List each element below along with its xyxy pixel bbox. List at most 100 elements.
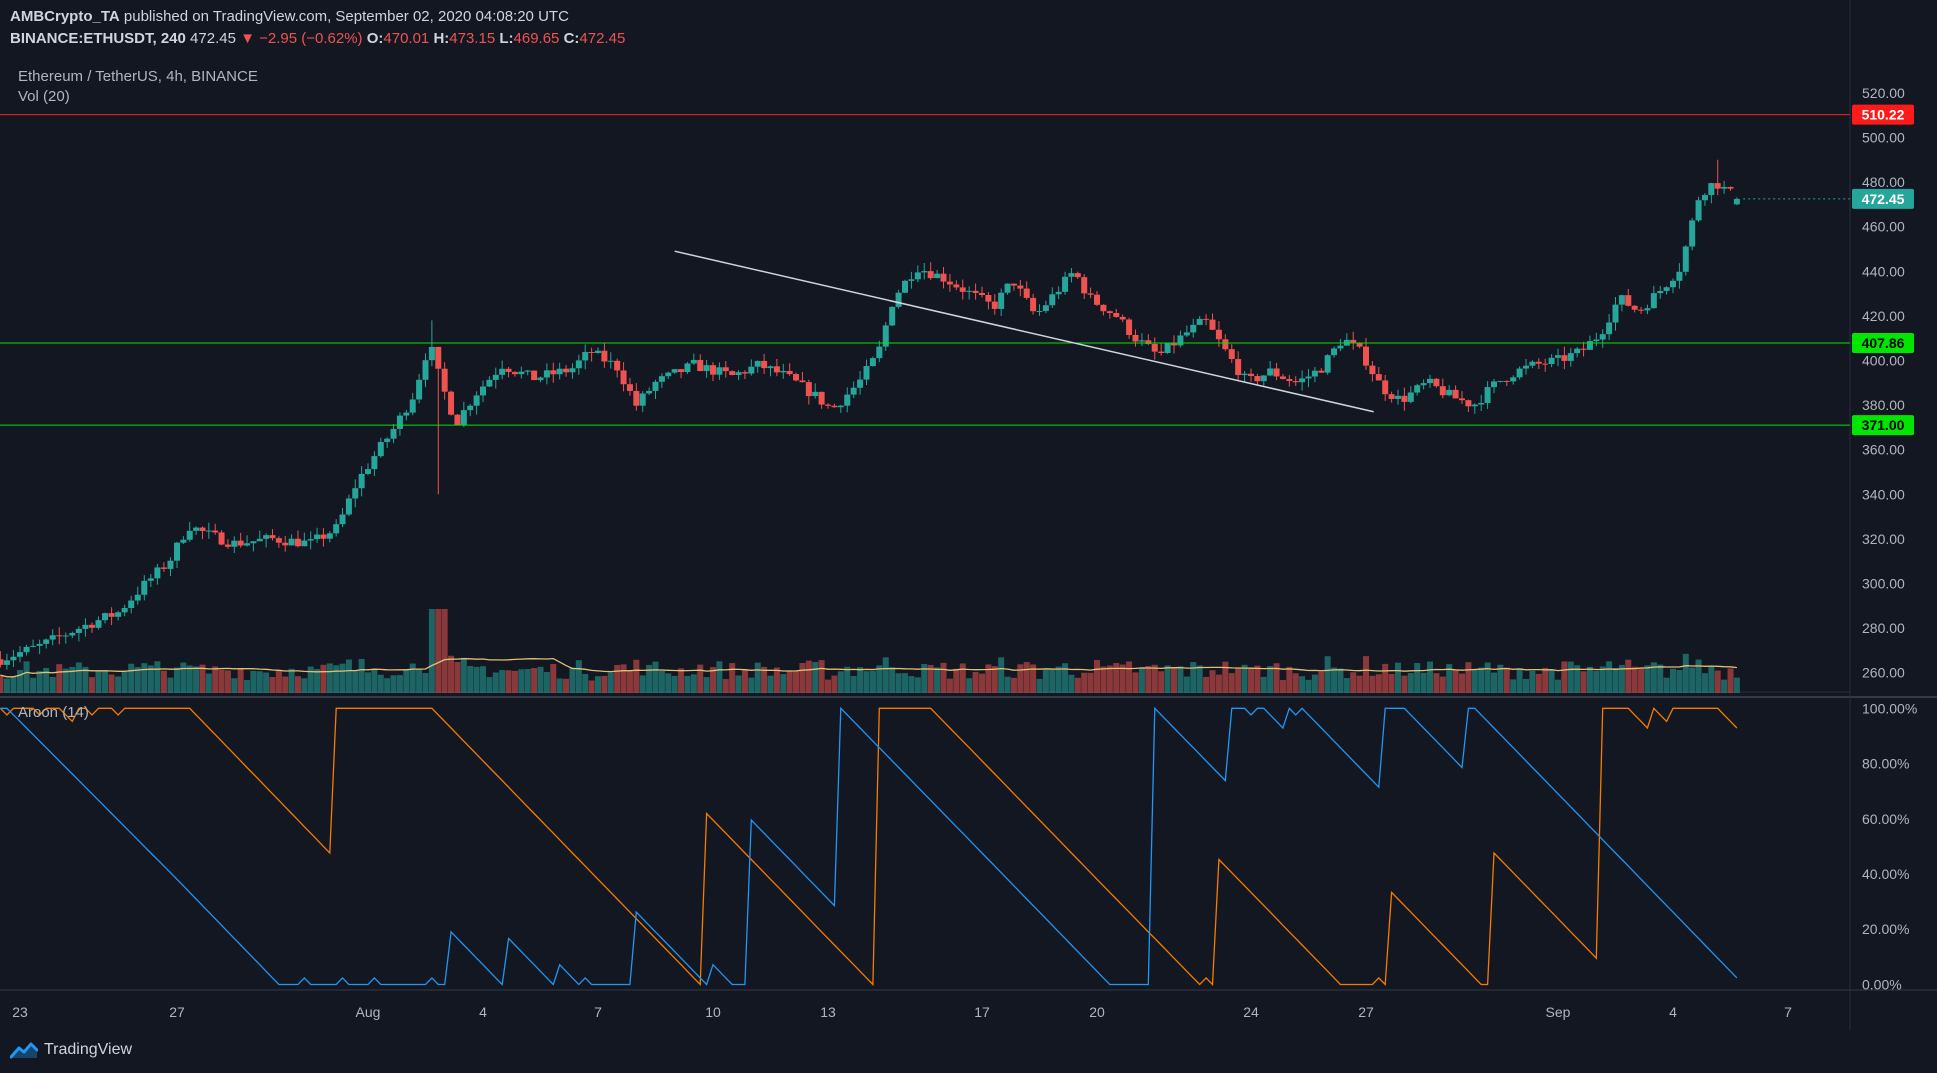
- candle-body[interactable]: [946, 281, 953, 285]
- candle-body[interactable]: [1682, 246, 1689, 272]
- candle-body[interactable]: [857, 379, 864, 388]
- candle-body[interactable]: [518, 371, 525, 375]
- candle-body[interactable]: [409, 399, 416, 413]
- candle-body[interactable]: [237, 540, 244, 546]
- candle-body[interactable]: [1126, 319, 1133, 335]
- candle-body[interactable]: [1618, 295, 1625, 305]
- candle-body[interactable]: [1228, 349, 1235, 360]
- candle-body[interactable]: [1324, 355, 1331, 373]
- candle-body[interactable]: [799, 380, 806, 383]
- candle-body[interactable]: [1248, 373, 1254, 377]
- candle-body[interactable]: [531, 370, 538, 381]
- candle-body[interactable]: [147, 578, 154, 581]
- candle-body[interactable]: [614, 360, 621, 371]
- candle-body[interactable]: [505, 368, 512, 372]
- candle-body[interactable]: [365, 469, 371, 474]
- candle-body[interactable]: [1586, 341, 1593, 350]
- candle-body[interactable]: [722, 367, 729, 372]
- candle-body[interactable]: [1644, 308, 1651, 311]
- candle-body[interactable]: [115, 612, 122, 617]
- candle-body[interactable]: [1183, 332, 1190, 336]
- candle-body[interactable]: [1555, 355, 1561, 358]
- candle-body[interactable]: [966, 290, 973, 292]
- candle-body[interactable]: [1036, 310, 1043, 312]
- candle-body[interactable]: [1420, 383, 1427, 386]
- candle-body[interactable]: [288, 538, 295, 546]
- candle-body[interactable]: [914, 272, 921, 280]
- candle-body[interactable]: [1593, 339, 1600, 342]
- candle-body[interactable]: [1042, 305, 1049, 311]
- candle-body[interactable]: [1414, 385, 1421, 393]
- candle-body[interactable]: [626, 384, 633, 391]
- candle-body[interactable]: [1375, 374, 1382, 381]
- candle-body[interactable]: [454, 414, 461, 426]
- candle-body[interactable]: [1203, 318, 1210, 320]
- candle-body[interactable]: [550, 370, 557, 375]
- candle-body[interactable]: [218, 532, 225, 545]
- candle-body[interactable]: [1465, 400, 1472, 407]
- candle-body[interactable]: [1401, 395, 1408, 402]
- candle-body[interactable]: [0, 659, 4, 665]
- candle-body[interactable]: [831, 405, 838, 408]
- candle-body[interactable]: [69, 632, 76, 636]
- candle-body[interactable]: [1337, 345, 1344, 349]
- candle-body[interactable]: [1311, 370, 1318, 377]
- candle-body[interactable]: [1062, 276, 1069, 292]
- candle-body[interactable]: [985, 295, 992, 302]
- candle-body[interactable]: [1138, 340, 1145, 342]
- candle-body[interactable]: [563, 368, 570, 373]
- candle-body[interactable]: [620, 370, 627, 385]
- candle-body[interactable]: [1215, 329, 1222, 340]
- candle-body[interactable]: [326, 533, 333, 539]
- candle-body[interactable]: [199, 527, 206, 532]
- candle-body[interactable]: [1119, 316, 1126, 320]
- candle-body[interactable]: [902, 280, 908, 293]
- candle-body[interactable]: [1260, 375, 1267, 382]
- candle-body[interactable]: [282, 542, 289, 546]
- candle-body[interactable]: [1663, 287, 1670, 291]
- candle-body[interactable]: [741, 372, 748, 374]
- candle-body[interactable]: [358, 473, 365, 489]
- candle-body[interactable]: [773, 366, 780, 373]
- candle-body[interactable]: [1305, 376, 1312, 379]
- candle-body[interactable]: [1209, 319, 1216, 330]
- candle-body[interactable]: [467, 405, 474, 411]
- candle-body[interactable]: [601, 350, 608, 362]
- candle-body[interactable]: [128, 600, 135, 608]
- candle-body[interactable]: [1190, 324, 1197, 333]
- candle-body[interactable]: [224, 544, 231, 547]
- candle-body[interactable]: [102, 613, 109, 621]
- candle-body[interactable]: [499, 368, 506, 375]
- tradingview-logo[interactable]: TradingView: [10, 1041, 132, 1059]
- candle-body[interactable]: [1074, 273, 1081, 278]
- candle-body[interactable]: [1625, 295, 1632, 306]
- candle-body[interactable]: [1235, 359, 1242, 376]
- candle-body[interactable]: [1254, 376, 1261, 382]
- candle-body[interactable]: [121, 607, 128, 613]
- candle-body[interactable]: [1580, 348, 1587, 350]
- candle-body[interactable]: [1388, 394, 1395, 399]
- candle-body[interactable]: [582, 352, 589, 361]
- candle-body[interactable]: [1612, 304, 1619, 323]
- candle-body[interactable]: [1695, 200, 1702, 221]
- candle-body[interactable]: [1701, 194, 1708, 201]
- candle-body[interactable]: [543, 370, 550, 378]
- candle-body[interactable]: [314, 534, 321, 540]
- candle-body[interactable]: [1650, 293, 1657, 309]
- candle-body[interactable]: [537, 377, 544, 381]
- candle-body[interactable]: [1279, 376, 1286, 379]
- candle-body[interactable]: [844, 394, 851, 406]
- candle-body[interactable]: [396, 415, 403, 429]
- candle-body[interactable]: [754, 360, 761, 367]
- candle-body[interactable]: [422, 360, 429, 380]
- descending-trendline[interactable]: [674, 250, 1374, 413]
- candle-body[interactable]: [646, 390, 653, 394]
- candle-body[interactable]: [908, 279, 915, 281]
- candle-body[interactable]: [56, 635, 63, 637]
- candle-body[interactable]: [1535, 361, 1542, 364]
- candle-body[interactable]: [991, 301, 998, 309]
- candle-body[interactable]: [167, 560, 174, 569]
- candle-body[interactable]: [735, 372, 742, 375]
- candle-body[interactable]: [486, 379, 493, 387]
- candle-body[interactable]: [1599, 334, 1606, 340]
